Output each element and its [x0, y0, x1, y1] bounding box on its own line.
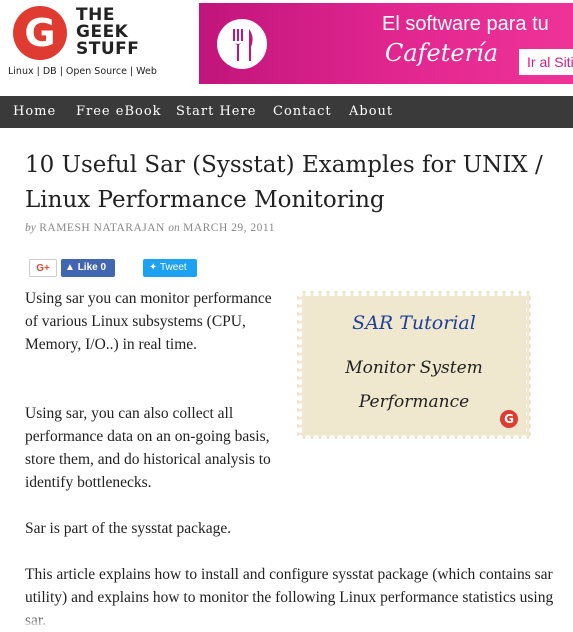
geek-logo-icon: G: [500, 410, 518, 428]
article-paragraph: Using sar you can monitor performance of…: [25, 290, 272, 353]
logo-g-icon: G: [13, 6, 67, 60]
nav-home[interactable]: Home: [13, 96, 56, 128]
site-logo[interactable]: G THE GEEK STUFF Linux | DB | Open Sourc…: [8, 4, 193, 90]
bottom-fade: [0, 615, 573, 627]
ad-headline: El software para tu: [382, 13, 549, 35]
article-title: 10 Useful Sar (Sysstat) Examples for UNI…: [25, 152, 543, 213]
logo-tagline: Linux | DB | Open Source | Web: [8, 66, 157, 77]
article-paragraph: Using sar, you can also collect all perf…: [25, 405, 271, 491]
ad-product: Cafetería: [385, 39, 499, 67]
post-date: MARCH 29, 2011: [183, 222, 275, 234]
facebook-like-button[interactable]: ▲ Like 0: [61, 259, 115, 277]
article-paragraph: Sar is part of the sysstat package.: [25, 520, 232, 537]
facebook-like-label: Like 0: [77, 262, 107, 273]
site-header: G THE GEEK STUFF Linux | DB | Open Sourc…: [0, 0, 573, 96]
image-title: SAR Tutorial: [352, 312, 476, 334]
nav-contact[interactable]: Contact: [273, 96, 332, 128]
image-line1: Monitor System: [345, 358, 483, 378]
tweet-label: Tweet: [160, 262, 187, 273]
byline-on: on: [168, 222, 180, 234]
nav-start-here[interactable]: Start Here: [176, 96, 256, 128]
nav-free-ebook[interactable]: Free eBook: [76, 96, 162, 128]
byline-by: by: [25, 222, 36, 234]
tweet-button[interactable]: ✦ Tweet: [143, 259, 197, 277]
ad-banner[interactable]: El software para tu Cafetería Ir al Siti: [199, 3, 573, 84]
sar-tutorial-image: SAR Tutorial Monitor System Performance …: [296, 290, 532, 440]
gplus-share-button[interactable]: G+: [29, 259, 57, 277]
nav-about[interactable]: About: [349, 96, 393, 128]
logo-text-stuff: STUFF: [76, 39, 140, 59]
facebook-thumb-icon: ▲: [65, 262, 75, 273]
article-byline: by RAMESH NATARAJAN on MARCH 29, 2011: [25, 222, 275, 234]
twitter-bird-icon: ✦: [149, 262, 158, 273]
author-link[interactable]: RAMESH NATARAJAN: [39, 222, 165, 234]
main-nav: Home Free eBook Start Here Contact About: [0, 96, 573, 128]
image-line2: Performance: [358, 392, 470, 412]
ad-cta-button[interactable]: Ir al Siti: [519, 49, 573, 75]
fork-knife-icon: [217, 19, 267, 69]
